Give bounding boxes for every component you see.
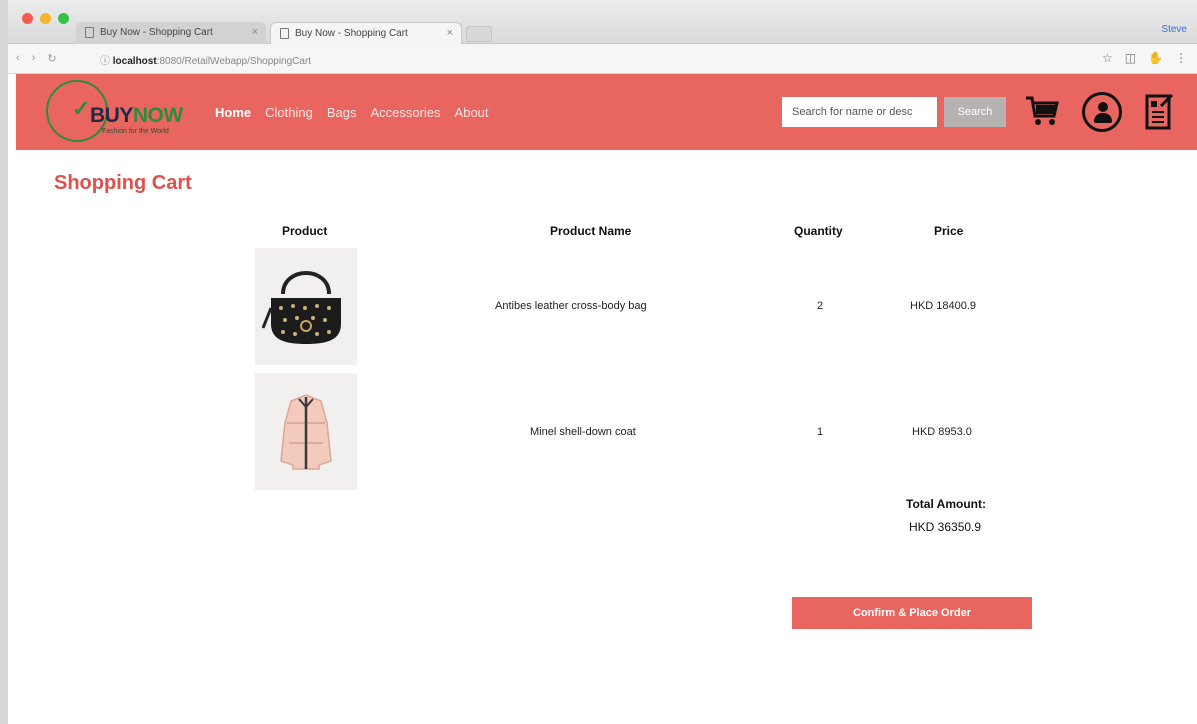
nav-clothing[interactable]: Clothing [265, 105, 313, 120]
item-price: HKD 8953.0 [912, 426, 972, 438]
nav-about[interactable]: About [455, 105, 489, 120]
logo-buy: BUY [90, 104, 133, 127]
header-product-name: Product Name [550, 224, 632, 238]
bookmark-star-icon[interactable]: ☆ [1102, 51, 1113, 65]
tab-label: Buy Now - Shopping Cart [295, 28, 408, 39]
tab-label: Buy Now - Shopping Cart [100, 27, 213, 38]
total-amount-label: Total Amount: [906, 497, 986, 511]
total-amount-value: HKD 36350.9 [909, 520, 982, 534]
user-head-shape [1098, 102, 1108, 112]
extension-icon[interactable]: ◫ [1125, 51, 1136, 65]
jacket-image [255, 373, 357, 490]
header-quantity: Quantity [794, 224, 843, 238]
address-bar: ‹ › ↻ ⓘ localhost:8080/RetailWebapp/Shop… [8, 44, 1197, 74]
extension-hand-icon[interactable]: ✋ [1148, 51, 1163, 65]
reload-icon[interactable]: ↻ [47, 52, 56, 65]
window-controls [22, 13, 69, 24]
page-title: Shopping Cart [54, 172, 192, 194]
header-price: Price [934, 224, 964, 238]
url-field[interactable]: ⓘ localhost:8080/RetailWebapp/ShoppingCa… [100, 52, 311, 67]
nav-buttons: ‹ › ↻ [16, 52, 57, 65]
logo-text: BUYNOW [90, 104, 183, 128]
url-path: :8080/RetailWebapp/ShoppingCart [156, 56, 312, 67]
search-button[interactable]: Search [944, 97, 1006, 127]
forward-icon[interactable]: › [32, 52, 36, 65]
item-quantity: 2 [817, 300, 824, 312]
item-name: Minel shell-down coat [530, 426, 636, 438]
minimize-window-button[interactable] [40, 13, 51, 24]
nav-home[interactable]: Home [215, 105, 251, 120]
back-icon[interactable]: ‹ [16, 52, 20, 65]
browser-window: Buy Now - Shopping Cart × Buy Now - Shop… [0, 0, 1197, 724]
toolbar-icons: ☆ ◫ ✋ ⋮ [1102, 51, 1187, 65]
item-quantity: 1 [817, 426, 824, 438]
info-icon: ⓘ [100, 56, 113, 67]
document-icon [280, 28, 289, 39]
checkmark-icon: ✓ [72, 96, 91, 121]
header-product: Product [282, 224, 328, 238]
close-tab-icon[interactable]: × [447, 27, 453, 39]
logo-now: NOW [132, 104, 183, 127]
new-tab-button[interactable] [466, 26, 492, 42]
close-tab-icon[interactable]: × [252, 26, 258, 38]
order-history-icon[interactable] [1144, 92, 1176, 132]
maximize-window-button[interactable] [58, 13, 69, 24]
document-icon [85, 27, 94, 38]
search-input[interactable] [782, 97, 937, 127]
confirm-place-order-button[interactable]: Confirm & Place Order [792, 597, 1032, 629]
menu-icon[interactable]: ⋮ [1175, 51, 1187, 65]
user-body-shape [1094, 113, 1112, 123]
buynow-logo[interactable]: ✓ BUYNOW Fashion for the World [46, 80, 196, 144]
browser-tab-2-active[interactable]: Buy Now - Shopping Cart × [270, 22, 462, 44]
browser-titlebar: Buy Now - Shopping Cart × Buy Now - Shop… [8, 0, 1197, 44]
item-price: HKD 18400.9 [910, 300, 977, 312]
nav-bags[interactable]: Bags [327, 105, 357, 120]
nav-accessories[interactable]: Accessories [370, 105, 440, 120]
close-window-button[interactable] [22, 13, 33, 24]
url-host: localhost [112, 56, 157, 67]
handbag-image [255, 248, 357, 365]
main-nav: Home Clothing Bags Accessories About [215, 105, 489, 120]
profile-button[interactable]: Steve [1161, 24, 1187, 35]
browser-tab-1[interactable]: Buy Now - Shopping Cart × [76, 22, 266, 44]
user-account-icon[interactable] [1082, 92, 1122, 132]
shopping-cart-icon[interactable] [1024, 94, 1060, 134]
site-header: ✓ BUYNOW Fashion for the World Home Clot… [16, 74, 1197, 150]
logo-tagline: Fashion for the World [102, 128, 169, 135]
item-name: Antibes leather cross-body bag [495, 300, 647, 312]
